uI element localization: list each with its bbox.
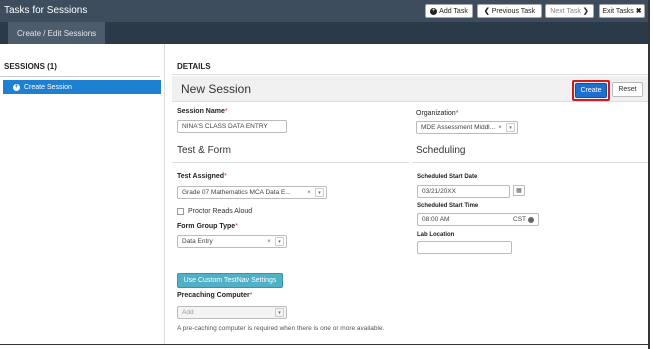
proctor-reads-label: Proctor Reads Aloud: [188, 208, 253, 215]
details-heading: DETAILS: [177, 62, 211, 71]
test-form-title: Test & Form: [177, 145, 231, 156]
timezone: CST: [513, 216, 534, 223]
organization-select[interactable]: MDE Assessment Middl... × ▾: [416, 121, 518, 134]
form-group-value: Data Entry: [182, 238, 213, 245]
test-assigned-value: Grade 07 Mathematics MCA Data E...: [182, 189, 291, 196]
chevron-right-icon: ❯: [582, 8, 589, 15]
start-time-input[interactable]: 08:00 AM CST: [417, 213, 539, 226]
previous-task-label: Previous Task: [491, 7, 536, 15]
panel-divider: [164, 44, 165, 344]
tab-create-edit-sessions[interactable]: Create / Edit Sessions: [8, 22, 106, 44]
divider: [412, 162, 648, 163]
exit-tasks-label: Exit Tasks: [602, 7, 634, 15]
chevron-down-icon[interactable]: ▾: [275, 237, 284, 246]
sessions-heading: SESSIONS (1): [4, 62, 57, 71]
previous-task-button[interactable]: ❮ Previous Task: [477, 4, 542, 18]
chevron-left-icon: ❮: [483, 8, 490, 15]
next-task-label: Next Task: [550, 7, 581, 15]
add-task-button[interactable]: + Add Task: [425, 4, 473, 18]
close-icon: ✖: [635, 8, 642, 15]
frame-edge: [0, 344, 650, 345]
calendar-icon[interactable]: ▦: [513, 185, 525, 196]
session-name-input[interactable]: NINA'S CLASS DATA ENTRY: [177, 120, 287, 133]
chevron-down-icon[interactable]: ▾: [315, 188, 324, 197]
session-name-label: Session Name*: [177, 108, 228, 115]
proctor-reads-checkbox[interactable]: [177, 208, 184, 215]
lab-location-label: Lab Location: [417, 232, 455, 238]
start-date-field: 03/21/20XX ▦: [417, 185, 525, 198]
exit-tasks-button[interactable]: Exit Tasks ✖: [599, 4, 645, 18]
create-button[interactable]: Create: [575, 83, 607, 98]
custom-testnav-settings-button[interactable]: Use Custom TestNav Settings: [177, 273, 283, 288]
form-group-label: Form Group Type*: [177, 223, 238, 230]
precaching-select[interactable]: Add ▾: [177, 306, 287, 319]
frame-edge: [648, 0, 650, 349]
start-time-label: Scheduled Start Time: [417, 203, 479, 209]
divider: [0, 76, 160, 77]
clock-icon: [528, 216, 534, 223]
proctor-reads-aloud[interactable]: Proctor Reads Aloud: [177, 208, 252, 215]
session-title: New Session: [181, 82, 252, 96]
add-task-label: Add Task: [439, 7, 468, 15]
chevron-down-icon[interactable]: ▾: [275, 308, 284, 317]
precaching-help-text: A pre-caching computer is required when …: [177, 325, 385, 332]
precaching-placeholder: Add: [182, 309, 194, 316]
scheduling-title: Scheduling: [416, 145, 466, 156]
form-group-select[interactable]: Data Entry × ▾: [177, 235, 287, 248]
sidebar-item-label: Create Session: [24, 83, 72, 91]
divider: [172, 74, 648, 75]
reset-button[interactable]: Reset: [612, 82, 643, 97]
start-time-value: 08:00 AM: [422, 216, 450, 223]
clear-icon[interactable]: ×: [265, 239, 273, 245]
test-assigned-select[interactable]: Grade 07 Mathematics MCA Data E... × ▾: [177, 186, 327, 199]
organization-value: MDE Assessment Middl...: [421, 124, 496, 131]
plus-circle-icon: +: [430, 7, 438, 15]
next-task-button[interactable]: Next Task ❯: [545, 4, 594, 18]
sidebar-item-create-session[interactable]: + Create Session: [3, 80, 161, 94]
lab-location-input[interactable]: [417, 241, 512, 254]
start-date-label: Scheduled Start Date: [417, 174, 478, 180]
clear-icon[interactable]: ×: [305, 190, 313, 196]
clear-icon[interactable]: ×: [496, 125, 504, 131]
plus-circle-icon: +: [13, 83, 20, 91]
app-title: Tasks for Sessions: [4, 5, 88, 16]
start-date-input[interactable]: 03/21/20XX: [417, 185, 510, 198]
timezone-label: CST: [513, 216, 526, 223]
divider: [172, 162, 409, 163]
test-assigned-label: Test Assigned*: [177, 173, 227, 180]
precaching-label: Precaching Computer*: [177, 292, 253, 299]
chevron-down-icon[interactable]: ▾: [506, 123, 515, 132]
organization-label: Organization*: [416, 110, 459, 117]
